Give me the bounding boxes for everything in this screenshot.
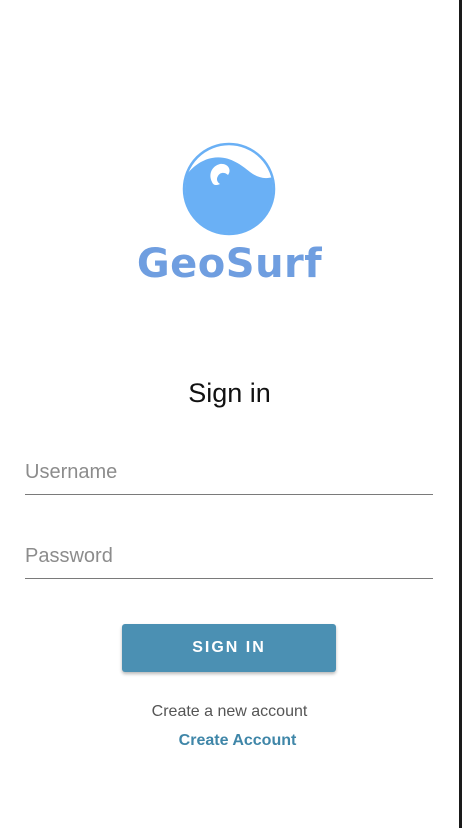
create-account-link[interactable]: Create Account [0, 732, 462, 750]
create-account-prompt: Create a new account [151, 703, 308, 720]
brand-header: GeoSurf [0, 142, 459, 288]
sign-in-button[interactable]: SIGN IN [122, 624, 336, 672]
username-input[interactable] [25, 451, 433, 495]
wave-logo-icon [182, 142, 275, 236]
page-title: Sign in [188, 378, 271, 408]
brand-name: GeoSurf [136, 241, 323, 287]
password-input[interactable] [25, 535, 433, 579]
